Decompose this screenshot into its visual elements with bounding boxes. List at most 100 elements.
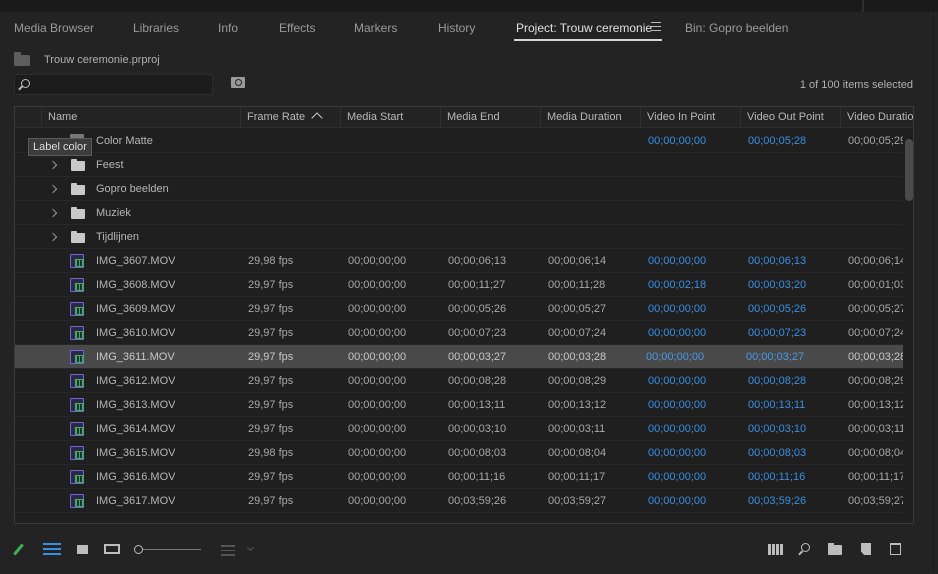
tab-info[interactable]: Info (218, 21, 238, 35)
row-name: IMG_3610.MOV (96, 327, 176, 339)
cell-vin[interactable]: 00;00;00;00 (648, 441, 706, 465)
panel-divider[interactable] (862, 0, 864, 12)
tab-markers[interactable]: Markers (354, 21, 397, 35)
cell-vout[interactable]: 00;00;08;03 (748, 441, 806, 465)
cell-vin[interactable]: 00;00;00;00 (648, 465, 706, 489)
table-row[interactable]: IMG_3616.MOV 29,97 fps 00;00;00;00 00;00;11… (15, 465, 905, 489)
table-row[interactable]: Color Matte 00;00;00;00 00;00;05;28 00;00;0… (15, 129, 906, 153)
cell-vout[interactable]: 00;03;59;26 (748, 489, 806, 513)
cell-mdur: 00;00;13;12 (548, 399, 607, 411)
row-name: IMG_3608.MOV (96, 279, 176, 291)
chevron-right-icon[interactable] (48, 232, 58, 242)
tab-history[interactable]: History (438, 21, 475, 35)
chevron-right-icon[interactable] (48, 184, 58, 194)
table-row[interactable]: IMG_3608.MOV 29,97 fps 00;00;00;00 00;00;11… (15, 273, 906, 297)
automate-to-sequence-icon[interactable] (768, 544, 783, 555)
cell-vin[interactable]: 00;00;00;00 (648, 129, 706, 153)
bin-row[interactable]: Muziek (15, 201, 903, 225)
cell-mend: 00;00;11;16 (448, 471, 506, 483)
cell-vin[interactable]: 00;00;00;00 (648, 417, 706, 441)
find-icon[interactable] (801, 543, 810, 552)
row-name: Gopro beelden (96, 183, 169, 195)
cell-vin[interactable]: 00;00;00;00 (648, 321, 706, 345)
chevron-down-icon[interactable] (246, 543, 255, 552)
tab-project[interactable]: Project: Trouw ceremonie (516, 21, 652, 35)
cell-vin[interactable]: 00;00;00;00 (646, 345, 704, 369)
tab-effects[interactable]: Effects (279, 21, 315, 35)
table-row[interactable]: IMG_3607.MOV 29,98 fps 00;00;00;00 00;00;06… (15, 249, 907, 273)
new-search-bin-icon[interactable] (231, 77, 245, 88)
col-label[interactable] (15, 107, 41, 128)
col-video-out-point[interactable]: Video Out Point (740, 107, 840, 128)
cell-mstart: 00;00;00;00 (348, 399, 407, 411)
row-name: IMG_3607.MOV (96, 255, 176, 267)
bin-row[interactable]: Tijdlijnen (15, 225, 903, 249)
zoom-slider-knob[interactable] (134, 545, 143, 554)
col-video-duration[interactable]: Video Duration (840, 107, 913, 128)
col-name[interactable]: Name (41, 107, 240, 128)
pencil-icon[interactable] (13, 543, 24, 556)
col-media-end[interactable]: Media End (440, 107, 540, 128)
icon-view-icon[interactable] (77, 545, 88, 554)
chevron-right-icon[interactable] (48, 208, 58, 218)
new-bin-icon[interactable] (828, 543, 842, 555)
col-media-start[interactable]: Media Start (340, 107, 440, 128)
sort-icons-icon[interactable] (221, 545, 235, 559)
panel-menu-icon[interactable] (651, 22, 661, 34)
cell-vin[interactable]: 00;00;00;00 (648, 489, 706, 513)
bin-row[interactable]: Feest (15, 153, 903, 177)
table-row[interactable]: IMG_3612.MOV 29,97 fps 00;00;00;00 00;00;08… (15, 369, 906, 393)
cell-vout[interactable]: 00;00;06;13 (748, 249, 806, 273)
tab-libraries[interactable]: Libraries (133, 21, 179, 35)
cell-fps: 29,98 fps (248, 447, 294, 459)
list-view-icon[interactable] (43, 543, 61, 555)
col-media-duration[interactable]: Media Duration (540, 107, 640, 128)
table-row[interactable]: IMG_3610.MOV 29,97 fps 00;00;00;00 00;00;07… (15, 321, 906, 345)
cell-vout[interactable]: 00;00;08;28 (748, 369, 806, 393)
table-row[interactable]: IMG_3615.MOV 29,98 fps 00;00;00;00 00;00;08… (15, 441, 906, 465)
cell-vout[interactable]: 00;00;07;23 (748, 321, 806, 345)
project-table: Name Frame Rate Media Start Media End Me… (14, 106, 914, 524)
col-video-in-point[interactable]: Video In Point (640, 107, 740, 128)
cell-fps: 29,97 fps (248, 471, 294, 483)
row-name: Tijdlijnen (96, 231, 140, 243)
chevron-right-icon[interactable] (48, 160, 58, 170)
tab-bin[interactable]: Bin: Gopro beelden (685, 21, 788, 35)
cell-vout[interactable]: 00;00;03;10 (748, 417, 806, 441)
table-row[interactable]: IMG_3613.MOV 29,97 fps 00;00;00;00 00;00;13… (15, 393, 906, 417)
cell-vout[interactable]: 00;00;05;28 (748, 129, 806, 153)
cell-vin[interactable]: 00;00;00;00 (648, 369, 706, 393)
cell-vin[interactable]: 00;00;00;00 (648, 249, 706, 273)
cell-vout[interactable]: 00;00;03;20 (748, 273, 806, 297)
bin-row[interactable]: Gopro beelden (15, 177, 903, 201)
vertical-scroll-thumb[interactable] (905, 139, 913, 201)
cell-vout[interactable]: 00;00;03;27 (746, 345, 804, 369)
video-clip-icon (70, 254, 84, 268)
cell-vin[interactable]: 00;00;00;00 (648, 297, 706, 321)
cell-vout[interactable]: 00;00;11;16 (748, 465, 805, 489)
col-frame-rate[interactable]: Frame Rate (240, 107, 340, 128)
cell-mstart: 00;00;00;00 (348, 303, 407, 315)
cell-vdur: 00;00;06;14 (848, 255, 907, 267)
freeform-view-icon[interactable] (104, 544, 120, 554)
tab-media-browser[interactable]: Media Browser (14, 21, 94, 35)
cell-vout[interactable]: 00;00;13;11 (748, 393, 805, 417)
cell-vin[interactable]: 00;00;00;00 (648, 393, 706, 417)
video-clip-icon (70, 446, 84, 460)
zoom-slider[interactable] (143, 549, 201, 550)
table-header: Name Frame Rate Media Start Media End Me… (15, 107, 913, 128)
cell-mdur: 00;00;06;14 (548, 255, 607, 267)
video-clip-icon (70, 470, 84, 484)
trash-icon[interactable] (890, 543, 901, 555)
table-row[interactable]: IMG_3609.MOV 29,97 fps 00;00;00;00 00;00;05… (15, 297, 906, 321)
new-item-icon[interactable] (861, 543, 871, 555)
item-count: 1 of 100 items selected (799, 79, 913, 91)
table-row[interactable]: IMG_3617.MOV 29,97 fps 00;00;00;00 00;03;59… (15, 489, 906, 513)
vertical-scrollbar[interactable] (903, 129, 913, 523)
cell-vin[interactable]: 00;00;02;18 (648, 273, 706, 297)
table-row[interactable]: IMG_3611.MOV 29,97 fps 00;00;00;00 00;00;03… (15, 345, 906, 369)
table-row[interactable]: IMG_3614.MOV 29,97 fps 00;00;00;00 00;00;03… (15, 417, 905, 441)
search-input[interactable] (14, 74, 213, 95)
cell-vout[interactable]: 00;00;05;26 (748, 297, 806, 321)
row-name: Color Matte (96, 135, 153, 147)
